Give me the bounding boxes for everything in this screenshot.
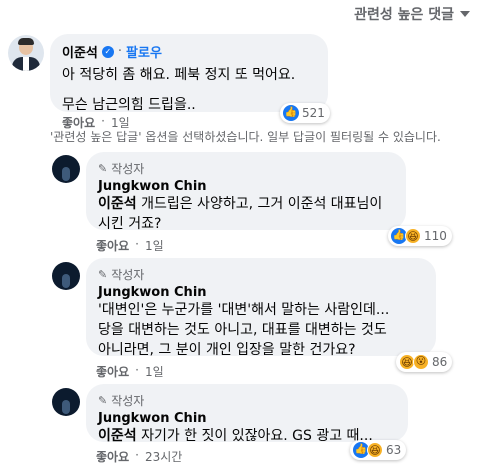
author-badge-label: 작성자 [111, 394, 145, 408]
verified-icon: ✓ [101, 45, 114, 58]
dot-separator: · [117, 44, 123, 59]
reply-text-line1: '대변인'은 누군가를 '대변'해서 말하는 사람인데... [98, 302, 390, 318]
reply-avatar[interactable] [52, 155, 80, 183]
pen-icon: ✎ [98, 162, 108, 175]
dot-separator: · [135, 363, 139, 377]
reaction-summary[interactable]: 👍 😆 63 [350, 440, 407, 460]
reply-author[interactable]: Jungkwon Chin [98, 411, 396, 426]
follow-button[interactable]: 팔로우 [126, 42, 162, 61]
reply-author[interactable]: Jungkwon Chin [98, 285, 424, 300]
reaction-summary[interactable]: 👍 😆 110 [388, 226, 452, 246]
reply-actions: 좋아요 · 23시간 [96, 448, 182, 464]
reply-text-line3: 아니라면, 그 분이 개인 입장을 말한 건가요? [98, 342, 356, 358]
wow-reaction-icon: 😮 [413, 354, 429, 370]
avatar-shirt [23, 57, 29, 71]
haha-reaction-icon: 😆 [367, 442, 383, 458]
like-button[interactable]: 좋아요 [96, 448, 129, 464]
author-badge: ✎ 작성자 [98, 160, 394, 177]
reaction-count: 63 [386, 443, 402, 457]
avatar[interactable] [8, 35, 44, 71]
like-button[interactable]: 좋아요 [96, 363, 129, 380]
like-reaction-icon: 👍 [283, 105, 299, 121]
avatar-figure [62, 274, 70, 288]
reply-actions: 좋아요 · 1일 [96, 237, 164, 254]
comment-text-line2: 무슨 남근의힘 드립을.. [62, 97, 196, 113]
like-button[interactable]: 좋아요 [96, 237, 129, 254]
mention-link[interactable]: 이준석 [98, 428, 137, 444]
sort-label[interactable]: 관련성 높은 댓글 [354, 4, 454, 24]
reply-text-line1: 개드립은 사양하고, 그거 이준석 대표님이 [136, 196, 383, 212]
reply-text-line1: 자기가 한 짓이 있잖아요. GS 광고 때... [136, 428, 373, 444]
avatar-hair [18, 38, 34, 45]
reply-avatar[interactable] [52, 388, 80, 416]
haha-reaction-icon: 😆 [405, 228, 421, 244]
comment-bubble: 이준석 ✓ · 팔로우 아 적당히 좀 해요. 페북 정지 또 먹어요. 무슨 … [50, 34, 328, 113]
reply-time[interactable]: 1일 [145, 237, 164, 254]
dot-separator: · [135, 448, 139, 462]
reaction-summary[interactable]: 😆 😮 86 [396, 352, 453, 372]
reaction-count: 521 [302, 106, 325, 120]
reply-bubble: ✎ 작성자 Jungkwon Chin 이준석 개드립은 사양하고, 그거 이준… [86, 152, 406, 232]
avatar-figure [62, 167, 70, 181]
mention-link[interactable]: 이준석 [98, 196, 137, 212]
reply-text-line2: 시킨 거죠? [98, 216, 162, 232]
pen-icon: ✎ [98, 394, 108, 407]
comment-author[interactable]: 이준석 [62, 42, 98, 61]
reply-bubble: ✎ 작성자 Jungkwon Chin 이준석 자기가 한 짓이 있잖아요. G… [86, 384, 408, 444]
sort-dropdown[interactable]: 관련성 높은 댓글 [354, 4, 470, 24]
reply-avatar[interactable] [52, 262, 80, 290]
filter-notice: '관련성 높은 답글' 옵션을 선택하셨습니다. 일부 답글이 필터링될 수 있… [50, 130, 441, 144]
author-badge: ✎ 작성자 [98, 266, 424, 283]
reaction-count: 110 [424, 229, 447, 243]
dot-separator: · [135, 237, 139, 251]
avatar-figure [62, 400, 70, 414]
reply-text-line2: 당을 대변하는 것도 아니고, 대표를 대변하는 것도 [98, 322, 387, 338]
comment-text-line1: 아 적당히 좀 해요. 페북 정지 또 먹어요. [62, 67, 296, 83]
reply-actions: 좋아요 · 1일 [96, 363, 164, 380]
author-badge: ✎ 작성자 [98, 392, 396, 409]
reply-time[interactable]: 1일 [145, 363, 164, 380]
pen-icon: ✎ [98, 268, 108, 281]
author-badge-label: 작성자 [111, 268, 145, 282]
author-badge-label: 작성자 [111, 162, 145, 176]
reply-time[interactable]: 23시간 [145, 448, 182, 464]
reaction-count: 86 [432, 355, 448, 369]
reply-author[interactable]: Jungkwon Chin [98, 179, 394, 194]
reply-bubble: ✎ 작성자 Jungkwon Chin '대변인'은 누군가를 '대변'해서 말… [86, 258, 436, 358]
reaction-summary[interactable]: 👍 521 [280, 103, 330, 123]
chevron-down-icon[interactable] [460, 11, 470, 17]
